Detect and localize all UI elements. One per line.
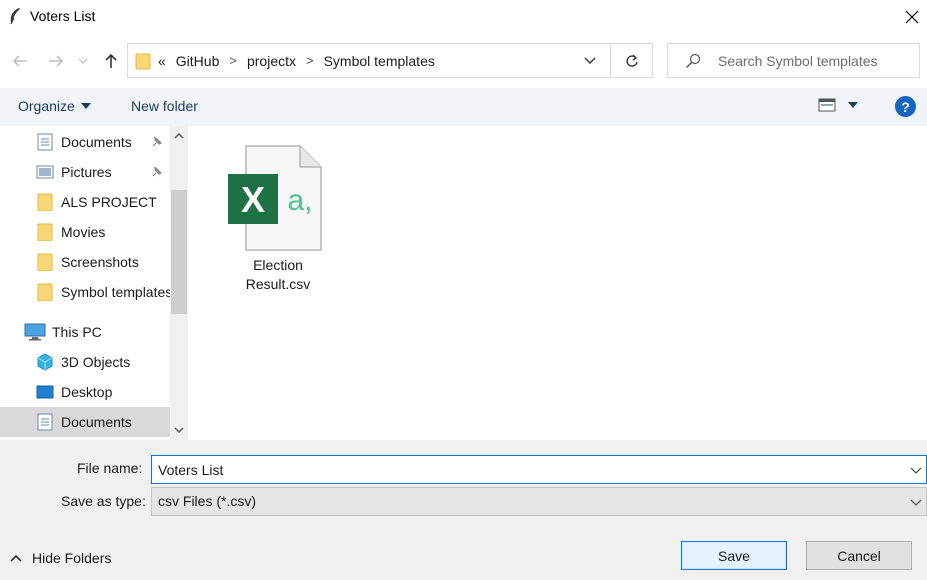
file-name-label: File name: — [77, 460, 143, 476]
arrow-right-icon — [49, 55, 64, 67]
nav-scrollbar[interactable] — [170, 126, 188, 440]
arrow-left-icon — [12, 55, 27, 67]
forward-button[interactable] — [46, 51, 66, 71]
sidebar-item-label: Desktop — [61, 384, 113, 400]
breadcrumb-item-projectx[interactable]: projectx — [247, 53, 296, 69]
search-icon — [686, 53, 701, 68]
breadcrumb-separator[interactable]: > — [229, 53, 237, 68]
excel-x-glyph: X — [241, 179, 265, 220]
breadcrumb-overflow[interactable]: « — [158, 53, 166, 69]
file-name-combobox[interactable] — [151, 455, 927, 484]
address-row: « GitHub > projectx > Symbol templates — [0, 34, 927, 88]
save-type-select[interactable]: csv Files (*.csv) — [151, 487, 927, 516]
hide-folders-label: Hide Folders — [32, 550, 112, 566]
pin-icon — [152, 136, 163, 147]
change-view-button[interactable] — [818, 98, 858, 112]
sidebar-item-label: This PC — [52, 324, 102, 340]
sidebar-item-als-project[interactable]: ALS PROJECT — [0, 187, 170, 217]
sidebar-item-documents[interactable]: Documents — [0, 407, 170, 437]
help-button[interactable]: ? — [895, 96, 916, 117]
close-icon — [905, 10, 919, 24]
file-list[interactable]: X a, Election Result.csv — [190, 126, 927, 440]
chevron-down-icon[interactable] — [910, 464, 922, 476]
file-name: Election Result.csv — [245, 257, 311, 292]
address-dropdown-button[interactable] — [580, 52, 600, 70]
hide-folders-button[interactable]: Hide Folders — [10, 550, 111, 566]
view-icon — [818, 98, 836, 112]
sidebar-item-label: Documents — [61, 134, 132, 150]
documents-icon — [37, 133, 53, 151]
command-bar: Organize New folder ? — [0, 88, 927, 126]
save-button[interactable]: Save — [681, 541, 787, 570]
pictures-icon — [36, 165, 54, 179]
sidebar-item-symbol-templates[interactable]: Symbol templates — [0, 277, 170, 307]
desktop-icon — [36, 385, 54, 399]
breadcrumb-item-symbol-templates[interactable]: Symbol templates — [324, 53, 435, 69]
pin-icon — [152, 166, 163, 177]
folder-icon — [37, 223, 53, 241]
folder-icon — [37, 193, 53, 211]
recent-locations-button[interactable] — [76, 51, 90, 71]
sidebar-item-documents-quick[interactable]: Documents — [0, 127, 170, 157]
refresh-icon — [625, 54, 638, 67]
sidebar-item-label: Movies — [61, 224, 106, 240]
search-input[interactable] — [718, 50, 913, 72]
close-button[interactable] — [897, 0, 927, 34]
file-name-field[interactable] — [158, 460, 898, 480]
documents-icon — [37, 413, 53, 431]
chevron-down-icon — [584, 57, 596, 64]
sidebar-item-label: Documents — [61, 414, 132, 430]
sidebar-item-this-pc[interactable]: This PC — [0, 317, 170, 347]
save-panel: File name: Save as type: csv Files (*.cs… — [0, 440, 927, 580]
scrollbar-thumb[interactable] — [171, 190, 187, 314]
breadcrumb-item-github[interactable]: GitHub — [176, 53, 220, 69]
sidebar-item-3d-objects[interactable]: 3D Objects — [0, 347, 170, 377]
3d-objects-icon — [37, 353, 53, 371]
scroll-up-icon[interactable] — [173, 130, 185, 142]
sidebar-item-label: Pictures — [61, 164, 112, 180]
csv-glyph: a, — [287, 184, 312, 217]
file-item[interactable]: X a, Election Result.csv — [220, 142, 336, 292]
sidebar-item-label: Symbol templates — [61, 284, 170, 300]
sidebar-item-label: ALS PROJECT — [61, 194, 157, 210]
back-button[interactable] — [10, 51, 30, 71]
scroll-down-icon[interactable] — [173, 424, 185, 436]
computer-icon — [24, 323, 46, 341]
breadcrumb: « GitHub > projectx > Symbol templates — [158, 44, 445, 77]
save-type-value: csv Files (*.csv) — [158, 493, 256, 509]
new-folder-button[interactable]: New folder — [131, 98, 198, 114]
excel-csv-icon: X a, — [228, 145, 322, 251]
search-box[interactable] — [667, 43, 920, 78]
chevron-down-icon — [78, 58, 88, 64]
organize-button[interactable]: Organize — [18, 98, 91, 114]
chevron-up-icon — [10, 554, 22, 562]
sidebar-item-desktop[interactable]: Desktop — [0, 377, 170, 407]
sidebar-item-label: 3D Objects — [61, 354, 131, 370]
cancel-button[interactable]: Cancel — [806, 541, 912, 570]
arrow-up-icon — [105, 53, 117, 68]
address-bar[interactable]: « GitHub > projectx > Symbol templates — [127, 43, 653, 78]
folder-icon — [37, 283, 53, 301]
folder-icon — [135, 53, 151, 70]
folder-icon — [37, 253, 53, 271]
sidebar-item-screenshots[interactable]: Screenshots — [0, 247, 170, 277]
refresh-button[interactable] — [610, 44, 652, 77]
feather-icon — [10, 8, 20, 25]
navigation-pane: Documents Pictures ALS PROJECT Movies Sc… — [0, 126, 190, 440]
sidebar-item-label: Screenshots — [61, 254, 139, 270]
title-bar: Voters List — [0, 0, 927, 34]
window-title: Voters List — [30, 8, 96, 24]
breadcrumb-separator[interactable]: > — [306, 53, 314, 68]
up-button[interactable] — [101, 51, 121, 71]
organize-label: Organize — [18, 98, 75, 114]
caret-down-icon — [848, 102, 858, 108]
chevron-down-icon — [910, 499, 922, 506]
sidebar-item-movies[interactable]: Movies — [0, 217, 170, 247]
save-type-label: Save as type: — [61, 493, 146, 509]
sidebar-item-pictures[interactable]: Pictures — [0, 157, 170, 187]
caret-down-icon — [80, 103, 91, 109]
